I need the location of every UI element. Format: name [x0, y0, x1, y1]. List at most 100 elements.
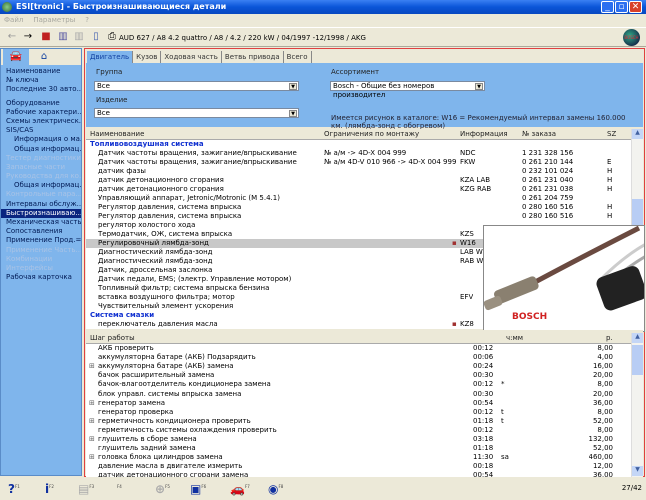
col-step[interactable]: Шаг работы	[90, 333, 135, 344]
table-row[interactable]: датчик детонационного сгорани замена 00:5…	[86, 471, 643, 477]
function-key-f1[interactable]: ?F1	[8, 482, 20, 496]
labor-scrollbar[interactable]: ▲ ▼	[631, 333, 643, 477]
table-row[interactable]: ⊞ глушитель в сборе замена 03:18 132,00	[86, 435, 643, 444]
sidebar-item[interactable]: Интервалы обслуж...	[1, 200, 81, 209]
table-row[interactable]: ⊞ герметичность кондиционера проверить 01:…	[86, 417, 643, 426]
expand-icon[interactable]: ⊞	[89, 417, 95, 426]
tab-body[interactable]: Кузов	[133, 51, 162, 63]
assortment-select[interactable]: Bosch - Общие без номеров производител ▼	[330, 81, 485, 99]
col-price[interactable]: р.	[606, 333, 613, 344]
chevron-down-icon[interactable]: ▼	[475, 83, 483, 90]
table-row[interactable]: АКБ проверить 00:12 8,00	[86, 344, 643, 353]
table-row[interactable]: Датчик частоты вращения, зажигание/впрыс…	[86, 149, 643, 158]
table-row[interactable]: ⊞ головка блока цилиндров замена 11:30 sa 46…	[86, 453, 643, 462]
sidebar-item[interactable]: Сопоставления	[1, 227, 81, 236]
col-info[interactable]: Информация	[460, 129, 508, 140]
product-select[interactable]: Все ▼	[94, 108, 299, 118]
camera-icon[interactable]: ▪	[452, 320, 457, 329]
bosch-globe-icon[interactable]: BOSCH	[623, 29, 640, 46]
table-row[interactable]: Регулятор давления, система впрыска 0 280…	[86, 203, 643, 212]
group-row[interactable]: Топливовоздушная система	[86, 140, 643, 149]
scroll-up-icon[interactable]: ▲	[632, 333, 643, 343]
table-row[interactable]: Датчик частоты вращения, зажигание/впрыс…	[86, 158, 643, 167]
menu-help[interactable]: ?	[85, 16, 89, 24]
table-row[interactable]: герметичность системы охлаждения провери…	[86, 426, 643, 435]
table-row[interactable]: Управляющий аппарат, Jetronic/Motronic (…	[86, 194, 643, 203]
close-button[interactable]: ✕	[629, 1, 642, 13]
table-row[interactable]: ⊞ генератор замена 00:54 36,00	[86, 399, 643, 408]
expand-icon[interactable]: ⊞	[89, 362, 95, 371]
col-name[interactable]: Наименование	[90, 129, 144, 140]
sidebar-item[interactable]: Общая информац...	[1, 181, 81, 190]
chevron-down-icon[interactable]: ▼	[289, 110, 297, 117]
expand-icon[interactable]: ⊞	[89, 453, 95, 462]
table-row[interactable]: ⊞ аккумуляторна батаре (АКБ) замена 00:24 1…	[86, 362, 643, 371]
scroll-up-icon[interactable]: ▲	[632, 129, 643, 139]
chevron-down-icon[interactable]: ▼	[289, 83, 297, 90]
sidebar-tab-car-icon[interactable]: 🚘	[3, 49, 29, 65]
sidebar-item[interactable]: Информация о ма...	[1, 135, 81, 144]
sidebar-item[interactable]: Оборудование	[1, 99, 81, 108]
esc-icon[interactable]: ■	[40, 31, 52, 43]
part-name: Регулятор давления, система впрыска	[98, 203, 242, 211]
sidebar-item[interactable]: Применение Прод.=...	[1, 236, 81, 245]
table-row[interactable]: глушитель задний замена 01:18 52,00	[86, 444, 643, 453]
back-icon[interactable]: ←	[6, 31, 18, 43]
sidebar-item[interactable]: Схемы электрическ...	[1, 117, 81, 126]
table-row[interactable]: бачок расширительный замена 00:30 20,00	[86, 371, 643, 380]
function-key-f6[interactable]: ▣F6	[190, 482, 206, 496]
table-row[interactable]: давление масла в двигателе измерить 00:18…	[86, 462, 643, 471]
expand-icon[interactable]: ⊞	[89, 399, 95, 408]
tab-chassis[interactable]: Ходовая часть	[161, 51, 222, 63]
print-icon[interactable]: ⎙	[106, 31, 118, 43]
tab-all[interactable]: Всего	[284, 51, 312, 63]
menu-file[interactable]: Файл	[4, 16, 23, 24]
f9-icon[interactable]: ▥	[57, 31, 69, 43]
sidebar-item[interactable]: Быстроизнашиваю...	[1, 208, 81, 218]
function-key-f3[interactable]: ▤F3	[78, 482, 94, 496]
table-row[interactable]: блок управл. системы впрыска замена 00:30…	[86, 390, 643, 399]
sidebar: 🚘 ⌂ Наименование № ключа Последние 30 авто.…	[0, 48, 82, 476]
function-key-f2[interactable]: iF2	[45, 482, 54, 496]
f10-icon[interactable]: ▥	[73, 31, 85, 43]
sidebar-item[interactable]: Рабочая карточка	[1, 273, 81, 282]
col-time[interactable]: ч:мм	[506, 333, 523, 344]
scroll-down-icon[interactable]: ▼	[632, 466, 643, 476]
filter-panel: Группа Все ▼ Изделие Все ▼ Ассортимент Bos…	[86, 63, 643, 130]
function-key-f5[interactable]: ⊕F5	[155, 482, 170, 496]
sidebar-item[interactable]: Последние 30 авто...	[1, 85, 81, 94]
menu-parameters[interactable]: Параметры	[33, 16, 75, 24]
expand-icon[interactable]: ⊞	[89, 435, 95, 444]
camera-icon[interactable]: ▪	[452, 239, 457, 248]
sidebar-item[interactable]: Общая информац...	[1, 145, 81, 154]
sidebar-item[interactable]: Механическая часть	[1, 218, 81, 227]
function-key-f4[interactable]: F4	[117, 482, 122, 496]
sidebar-item[interactable]: SIS/CAS	[1, 126, 81, 135]
col-limit[interactable]: Ограничения по монтажу	[324, 129, 419, 140]
function-key-f8[interactable]: ◉F8	[268, 482, 283, 496]
table-row[interactable]: генератор проверка 00:12 t 8,00	[86, 408, 643, 417]
tab-drivetrain[interactable]: Ветвь привода	[222, 51, 284, 63]
table-row[interactable]: датчик детонационного сгорания KZG RAB 0 2…	[86, 185, 643, 194]
sidebar-item[interactable]: Рабочие характери...	[1, 108, 81, 117]
table-row[interactable]: аккумуляторна батаре (АКБ) Подзарядить 00…	[86, 353, 643, 362]
sidebar-item[interactable]: Наименование	[1, 67, 81, 76]
sidebar-item[interactable]: № ключа	[1, 76, 81, 85]
table-row[interactable]: датчик детонационного сгорания KZA LAB 0 2…	[86, 176, 643, 185]
table-row[interactable]: Регулятор давления, система впрыска 0 280…	[86, 212, 643, 221]
sidebar-tab-home-icon[interactable]: ⌂	[31, 49, 57, 65]
scroll-thumb[interactable]	[632, 345, 643, 375]
work-time: 00:06	[473, 353, 494, 362]
col-order[interactable]: № заказа	[522, 129, 556, 140]
forward-icon[interactable]: →	[22, 31, 34, 43]
table-row[interactable]: датчик фазы 0 232 101 024 H	[86, 167, 643, 176]
function-key-f7[interactable]: 🚗F7	[230, 482, 250, 496]
maximize-button[interactable]: ▫	[615, 1, 628, 13]
document-icon[interactable]: ▯	[90, 31, 102, 43]
minimize-button[interactable]: _	[601, 1, 614, 13]
tab-engine[interactable]: Двигатель	[87, 51, 134, 63]
table-row[interactable]: бачок-влагоотделитель кондиционера замен…	[86, 380, 643, 389]
scroll-thumb[interactable]	[632, 199, 643, 225]
col-sz[interactable]: SZ	[607, 129, 616, 140]
group-select[interactable]: Все ▼	[94, 81, 299, 91]
